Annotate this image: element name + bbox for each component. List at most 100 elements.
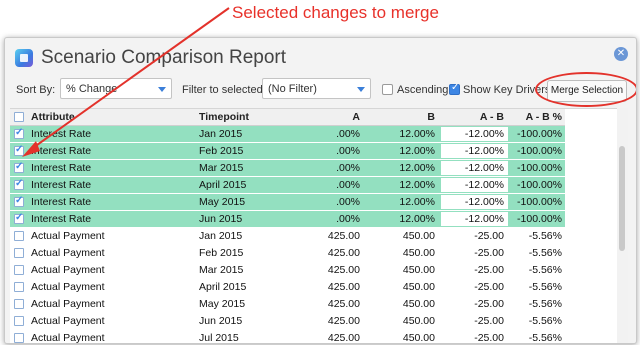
row-checkbox[interactable] — [14, 212, 24, 224]
row-checkbox[interactable] — [14, 316, 24, 326]
cell-a: .00% — [336, 179, 360, 191]
cell-b: 12.00% — [399, 162, 435, 174]
cell-timepoint: Feb 2015 — [199, 145, 244, 157]
row-checkbox[interactable] — [14, 231, 24, 241]
header-a-minus-b[interactable]: A - B — [440, 111, 504, 123]
cell-attribute: Interest Rate — [31, 128, 92, 140]
row-checkbox[interactable] — [14, 178, 24, 190]
select-all-checkbox[interactable] — [14, 112, 24, 122]
ascending-checkbox[interactable] — [382, 84, 393, 95]
show-key-drivers-checkbox[interactable] — [449, 82, 460, 95]
cell-b: 12.00% — [399, 128, 435, 140]
cell-attribute: Interest Rate — [31, 196, 92, 208]
chevron-down-icon — [357, 87, 365, 92]
cell-attribute: Actual Payment — [31, 230, 105, 242]
table-row[interactable]: Interest Rate Mar 2015 .00% 12.00% -12.00% -1… — [10, 160, 565, 177]
cell-b: 450.00 — [402, 247, 435, 259]
table-row[interactable]: Interest Rate Jun 2015 .00% 12.00% -12.00% -1… — [10, 211, 565, 228]
table-row[interactable]: Actual Payment Jan 2015 425.00 450.00 -25.00… — [10, 228, 565, 245]
table-row[interactable]: Interest Rate May 2015 .00% 12.00% -12.00% -1… — [10, 194, 565, 211]
cell-a: .00% — [336, 196, 360, 208]
filter-select[interactable]: (No Filter) — [262, 78, 371, 99]
row-checkbox[interactable] — [14, 248, 24, 258]
cell-a-minus-b: -25.00 — [474, 247, 504, 259]
cell-timepoint: Jun 2015 — [199, 315, 243, 327]
cell-a-minus-b-pct: -100.00% — [517, 145, 562, 157]
cell-a-minus-b-pct: -100.00% — [517, 196, 562, 208]
sort-by-label: Sort By: — [16, 84, 56, 96]
row-checkbox[interactable] — [14, 265, 24, 275]
cell-attribute: Interest Rate — [31, 162, 92, 174]
title-bar: Scenario Comparison Report ✕ — [5, 38, 636, 72]
ascending-label: Ascending — [397, 84, 449, 96]
cell-a: .00% — [336, 213, 360, 225]
cell-a: 425.00 — [327, 315, 360, 327]
header-attribute[interactable]: Attribute — [31, 111, 75, 123]
cell-a-minus-b-pct: -5.56% — [528, 264, 562, 276]
row-checkbox[interactable] — [14, 144, 24, 156]
header-timepoint[interactable]: Timepoint — [199, 111, 249, 123]
cell-b: 450.00 — [402, 315, 435, 327]
scenario-comparison-dialog: Scenario Comparison Report ✕ Sort By: % … — [4, 37, 637, 344]
vertical-scrollbar[interactable] — [617, 108, 628, 343]
row-checkbox[interactable] — [14, 282, 24, 292]
cell-a-minus-b: -25.00 — [474, 264, 504, 276]
table-row[interactable]: Actual Payment Jun 2015 425.00 450.00 -25.00… — [10, 313, 565, 330]
cell-timepoint: Mar 2015 — [199, 162, 244, 174]
cell-b: 450.00 — [402, 332, 435, 344]
cell-b: 450.00 — [402, 264, 435, 276]
cell-a: .00% — [336, 145, 360, 157]
cell-attribute: Actual Payment — [31, 298, 105, 310]
row-checkbox[interactable] — [14, 195, 24, 207]
cell-attribute: Interest Rate — [31, 213, 92, 225]
cell-a-minus-b-pct: -5.56% — [528, 247, 562, 259]
cell-b: 12.00% — [399, 145, 435, 157]
annotation-label: Selected changes to merge — [232, 3, 439, 22]
cell-timepoint: Feb 2015 — [199, 247, 244, 259]
cell-a-minus-b: -25.00 — [474, 298, 504, 310]
row-checkbox[interactable] — [14, 333, 24, 343]
cell-a-minus-b-pct: -5.56% — [528, 281, 562, 293]
table-row[interactable]: Actual Payment Jul 2015 425.00 450.00 -25.00… — [10, 330, 565, 344]
cell-timepoint: Mar 2015 — [199, 264, 244, 276]
row-checkbox[interactable] — [14, 299, 24, 309]
cell-timepoint: Jan 2015 — [199, 128, 243, 140]
window-title: Scenario Comparison Report — [41, 47, 287, 68]
row-checkbox[interactable] — [14, 127, 24, 139]
sort-by-select[interactable]: % Change — [60, 78, 172, 99]
scrollbar-thumb[interactable] — [619, 146, 625, 251]
cell-b: 450.00 — [402, 298, 435, 310]
cell-a-minus-b: -12.00% — [464, 213, 504, 225]
cell-b: 12.00% — [399, 213, 435, 225]
cell-a-minus-b: -12.00% — [464, 145, 504, 157]
cell-a-minus-b: -12.00% — [464, 196, 504, 208]
row-checkbox[interactable] — [14, 161, 24, 173]
chevron-down-icon — [158, 87, 166, 92]
header-b[interactable]: B — [370, 111, 435, 123]
table-row[interactable]: Actual Payment Mar 2015 425.00 450.00 -25.00… — [10, 262, 565, 279]
cell-a-minus-b: -25.00 — [474, 332, 504, 344]
header-a-minus-b-pct[interactable]: A - B % — [510, 111, 562, 123]
cell-a-minus-b-pct: -100.00% — [517, 162, 562, 174]
cell-timepoint: May 2015 — [199, 298, 246, 310]
cell-a: 425.00 — [327, 332, 360, 344]
table-row[interactable]: Actual Payment April 2015 425.00 450.00 -25.… — [10, 279, 565, 296]
cell-attribute: Actual Payment — [31, 281, 105, 293]
table-row[interactable]: Actual Payment Feb 2015 425.00 450.00 -25.00… — [10, 245, 565, 262]
header-a[interactable]: A — [300, 111, 360, 123]
cell-b: 450.00 — [402, 230, 435, 242]
cell-a-minus-b: -25.00 — [474, 315, 504, 327]
app-icon — [15, 49, 33, 67]
cell-a-minus-b: -12.00% — [464, 128, 504, 140]
close-icon[interactable]: ✕ — [614, 47, 628, 61]
cell-attribute: Interest Rate — [31, 179, 92, 191]
filter-value: (No Filter) — [268, 83, 317, 95]
table-row[interactable]: Interest Rate Jan 2015 .00% 12.00% -12.00% -1… — [10, 126, 565, 143]
table-row[interactable]: Interest Rate Feb 2015 .00% 12.00% -12.00% -1… — [10, 143, 565, 160]
cell-timepoint: April 2015 — [199, 281, 247, 293]
cell-timepoint: May 2015 — [199, 196, 246, 208]
table-row[interactable]: Interest Rate April 2015 .00% 12.00% -12.00%… — [10, 177, 565, 194]
cell-a-minus-b-pct: -5.56% — [528, 315, 562, 327]
table-row[interactable]: Actual Payment May 2015 425.00 450.00 -25.00… — [10, 296, 565, 313]
cell-a-minus-b-pct: -5.56% — [528, 332, 562, 344]
